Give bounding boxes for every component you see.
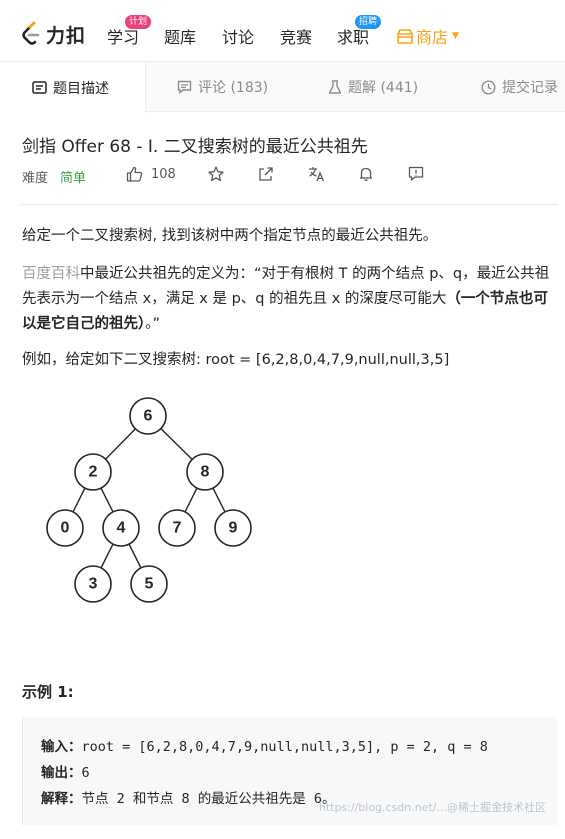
tree-node-label: 6 — [144, 408, 153, 425]
tree-node-label: 3 — [89, 576, 98, 593]
example-input-line: 输入：root = [6,2,8,0,4,7,9,null,null,3,5],… — [41, 735, 488, 755]
output-value: 6 — [81, 765, 90, 781]
difficulty-badge: 简单 — [60, 170, 87, 186]
comment-icon — [177, 80, 192, 94]
tree-node-label: 8 — [201, 464, 210, 481]
input-value: root = [6,2,8,0,4,7,9,null,null,3,5], p … — [81, 739, 488, 755]
description-icon — [32, 81, 47, 94]
like-button[interactable]: 108 — [126, 166, 176, 182]
nav-jobs[interactable]: 求职 招聘 — [337, 15, 382, 48]
tab-submissions[interactable]: 提交记录 — [481, 62, 558, 112]
top-navigation: 力扣 学习 计划 题库 讨论 竞赛 求职 招聘 商店 ▼ — [0, 0, 565, 62]
difficulty-label: 难度 — [22, 170, 49, 186]
nav-contest[interactable]: 竞赛 — [280, 24, 312, 48]
share-icon — [259, 167, 273, 181]
explain-label: 解释： — [41, 791, 82, 807]
feedback-icon — [408, 166, 424, 181]
tree-node-label: 4 — [117, 520, 126, 537]
description-paragraph-3: 例如，给定如下二叉搜索树: root = [6,2,8,0,4,7,9,null… — [22, 352, 450, 368]
tree-node-label: 5 — [145, 576, 154, 593]
explain-value: 节点 2 和节点 8 的最近公共祖先是 6。 — [81, 791, 336, 807]
plan-badge: 计划 — [125, 15, 152, 29]
tab-solutions-label: 题解 (441) — [348, 80, 419, 96]
translate-icon — [309, 167, 325, 182]
nav-learn-label: 学习 — [107, 28, 140, 47]
description-paragraph-2: 百度百科中最近公共祖先的定义为：“对于有根树 T 的两个结点 p、q，最近公共祖… — [22, 262, 562, 337]
logo-text: 力扣 — [46, 24, 87, 47]
leetcode-logo[interactable]: 力扣 — [20, 20, 86, 48]
chevron-down-icon: ▼ — [452, 31, 459, 41]
thumbs-up-icon — [126, 166, 143, 182]
input-label: 输入： — [41, 739, 82, 755]
nav-contest-label: 竞赛 — [280, 28, 313, 47]
tab-description-label: 题目描述 — [53, 80, 109, 97]
translate-button[interactable] — [308, 166, 325, 186]
share-button[interactable] — [258, 166, 274, 186]
nav-jobs-label: 求职 — [337, 28, 370, 47]
example-code-block: 输入：root = [6,2,8,0,4,7,9,null,null,3,5],… — [22, 717, 558, 825]
example-title: 示例 1: — [22, 683, 74, 701]
store-icon — [397, 28, 413, 44]
tree-node-label: 7 — [173, 520, 182, 537]
flask-icon — [328, 79, 342, 94]
tree-node-label: 2 — [89, 464, 98, 481]
nav-learn[interactable]: 学习 计划 — [107, 15, 152, 48]
star-icon — [208, 166, 224, 182]
notify-button[interactable] — [358, 166, 374, 186]
divider — [20, 204, 558, 205]
tab-comments[interactable]: 评论 (183) — [177, 62, 268, 112]
tab-comments-label: 评论 (183) — [198, 80, 269, 96]
like-count: 108 — [151, 166, 176, 182]
clock-icon — [481, 79, 496, 95]
lca-definition-end: 。” — [145, 316, 161, 332]
nav-store-label: 商店 — [416, 28, 449, 47]
nav-discuss[interactable]: 讨论 — [222, 24, 254, 48]
description-paragraph-1: 给定一个二叉搜索树, 找到该树中两个指定节点的最近公共祖先。 — [22, 228, 438, 244]
leetcode-logo-icon — [22, 21, 40, 45]
problem-tabs: 题目描述 评论 (183) 题解 (441) 提交记录 — [0, 62, 565, 113]
bell-icon — [360, 167, 372, 181]
nav-problemset-label: 题库 — [164, 28, 197, 47]
favorite-button[interactable] — [208, 166, 224, 186]
tab-description[interactable]: 题目描述 — [0, 62, 146, 113]
example-output-line: 输出：6 — [41, 761, 90, 781]
watermark: https://blog.csdn.net/...@稀土掘金技术社区 — [318, 801, 546, 814]
nav-store[interactable]: 商店 ▼ — [397, 24, 459, 48]
nav-discuss-label: 讨论 — [222, 28, 255, 47]
output-label: 输出： — [41, 765, 82, 781]
problem-meta: 难度 简单 108 — [22, 166, 542, 186]
feedback-button[interactable] — [408, 166, 424, 186]
baidu-baike-link[interactable]: 百度百科 — [22, 266, 80, 282]
recruit-badge: 招聘 — [355, 15, 382, 29]
bst-diagram: 6 2 8 0 4 7 9 3 5 — [46, 397, 252, 603]
tab-solutions[interactable]: 题解 (441) — [328, 62, 418, 112]
example-explain-line: 解释：节点 2 和节点 8 的最近公共祖先是 6。 — [41, 787, 336, 807]
nav-problemset[interactable]: 题库 — [164, 24, 196, 48]
page-title: 剑指 Offer 68 - I. 二叉搜索树的最近公共祖先 — [22, 137, 368, 157]
tree-node-label: 9 — [229, 520, 238, 537]
tree-node-label: 0 — [61, 520, 70, 537]
tab-submissions-label: 提交记录 — [502, 80, 558, 96]
